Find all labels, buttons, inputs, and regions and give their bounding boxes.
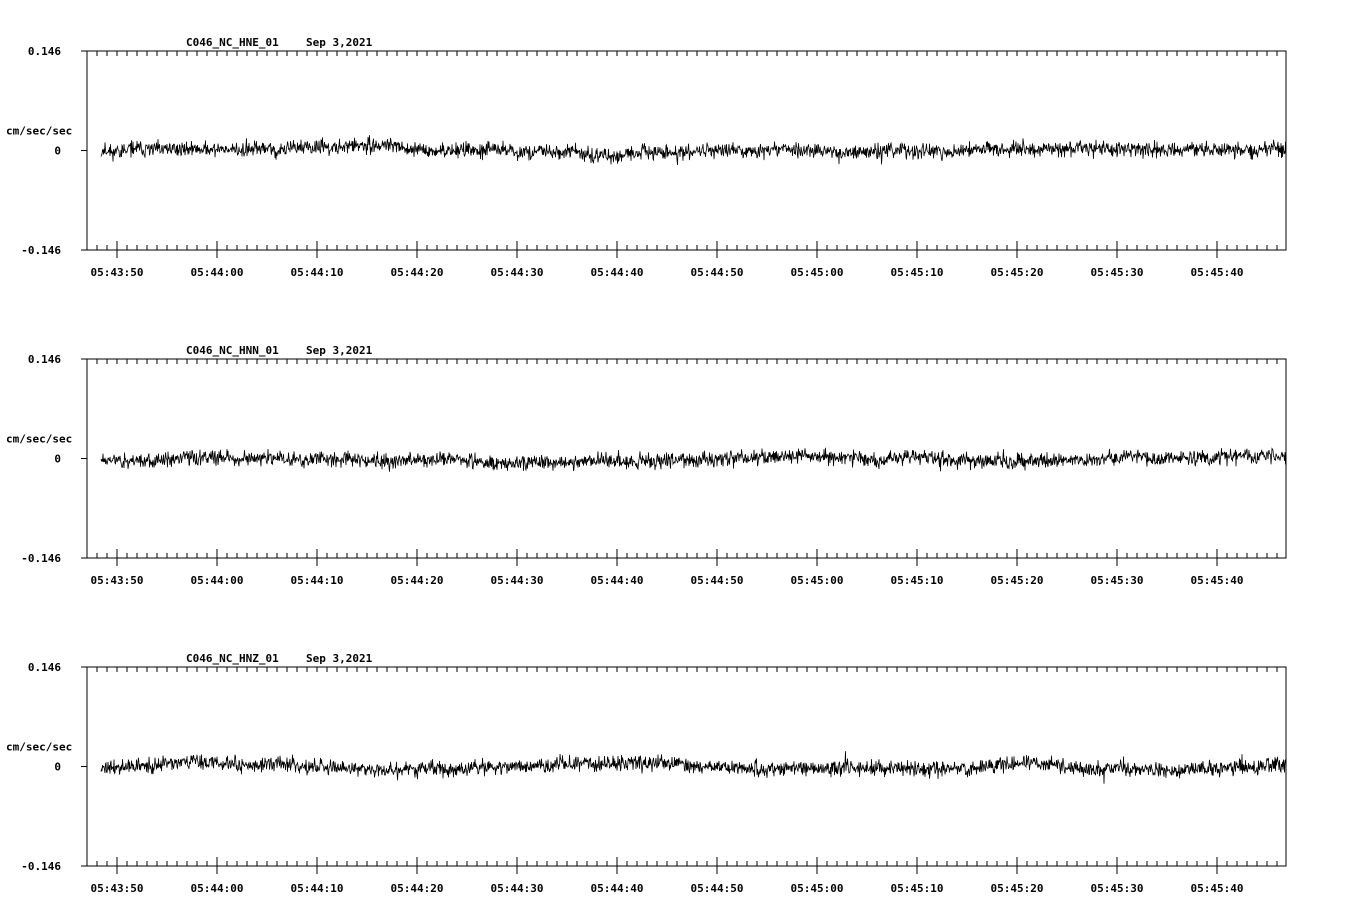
x-tick-label: 05:45:30 [1091, 882, 1144, 895]
x-tick-label: 05:45:10 [891, 574, 944, 587]
x-tick-label: 05:44:00 [191, 882, 244, 895]
x-tick-label: 05:44:40 [591, 882, 644, 895]
y-tick-label-max: 0.146 [28, 45, 61, 58]
x-tick-label: 05:45:20 [991, 882, 1044, 895]
x-tick-label: 05:43:50 [91, 574, 144, 587]
waveform-trace [100, 447, 1287, 472]
panel-title: C046_NC_HNN_01 [186, 344, 279, 357]
y-axis-label: cm/sec/sec [6, 125, 72, 138]
x-tick-label: 05:45:10 [891, 882, 944, 895]
y-tick-label-min: -0.146 [21, 552, 61, 565]
y-tick-label-max: 0.146 [28, 353, 61, 366]
x-tick-label: 05:45:30 [1091, 266, 1144, 279]
x-tick-label: 05:44:00 [191, 574, 244, 587]
x-tick-label: 05:45:30 [1091, 574, 1144, 587]
x-tick-label: 05:44:10 [291, 266, 344, 279]
y-axis-label: cm/sec/sec [6, 741, 72, 754]
x-tick-label: 05:45:00 [791, 882, 844, 895]
x-tick-label: 05:44:00 [191, 266, 244, 279]
seismogram-panel: C046_NC_HNZ_01 Sep 3,2021 0.146 0 -0.146 cm/s… [6, 652, 1287, 895]
x-tick-label: 05:44:20 [391, 574, 444, 587]
x-tick-label: 05:43:50 [91, 882, 144, 895]
x-tick-label: 05:45:00 [791, 574, 844, 587]
x-tick-label: 05:45:10 [891, 266, 944, 279]
y-tick-label-min: -0.146 [21, 244, 61, 257]
y-tick-label-zero: 0 [54, 761, 61, 774]
x-tick-label: 05:44:50 [691, 574, 744, 587]
x-tick-label: 05:45:40 [1191, 574, 1244, 587]
x-tick-label: 05:44:50 [691, 882, 744, 895]
x-tick-label: 05:44:30 [491, 882, 544, 895]
panel-title: C046_NC_HNZ_01 [186, 652, 279, 665]
x-tick-label: 05:44:10 [291, 882, 344, 895]
panel-date: Sep 3,2021 [306, 36, 373, 49]
x-tick-label: 05:45:40 [1191, 266, 1244, 279]
x-tick-label: 05:45:40 [1191, 882, 1244, 895]
waveform-trace [100, 751, 1287, 784]
x-tick-label: 05:44:40 [591, 574, 644, 587]
x-tick-label: 05:45:20 [991, 574, 1044, 587]
y-tick-label-zero: 0 [54, 453, 61, 466]
x-tick-label: 05:44:50 [691, 266, 744, 279]
x-tick-label: 05:45:20 [991, 266, 1044, 279]
x-tick-label: 05:44:20 [391, 266, 444, 279]
x-tick-label: 05:44:30 [491, 574, 544, 587]
x-tick-label: 05:44:20 [391, 882, 444, 895]
x-tick-label: 05:44:30 [491, 266, 544, 279]
y-axis-label: cm/sec/sec [6, 433, 72, 446]
seismogram-figure: C046_NC_HNE_01 Sep 3,2021 0.146 0 -0.146 cm/s… [6, 36, 1287, 895]
x-tick-label: 05:43:50 [91, 266, 144, 279]
x-tick-label: 05:45:00 [791, 266, 844, 279]
panel-date: Sep 3,2021 [306, 652, 373, 665]
x-tick-label: 05:44:10 [291, 574, 344, 587]
panel-date: Sep 3,2021 [306, 344, 373, 357]
waveform-trace [100, 135, 1287, 166]
y-tick-label-max: 0.146 [28, 661, 61, 674]
panel-title: C046_NC_HNE_01 [186, 36, 279, 49]
x-tick-label: 05:44:40 [591, 266, 644, 279]
y-tick-label-zero: 0 [54, 145, 61, 158]
seismogram-panel: C046_NC_HNN_01 Sep 3,2021 0.146 0 -0.146 cm/s… [6, 344, 1287, 587]
y-tick-label-min: -0.146 [21, 860, 61, 873]
seismogram-panel: C046_NC_HNE_01 Sep 3,2021 0.146 0 -0.146 cm/s… [6, 36, 1287, 279]
